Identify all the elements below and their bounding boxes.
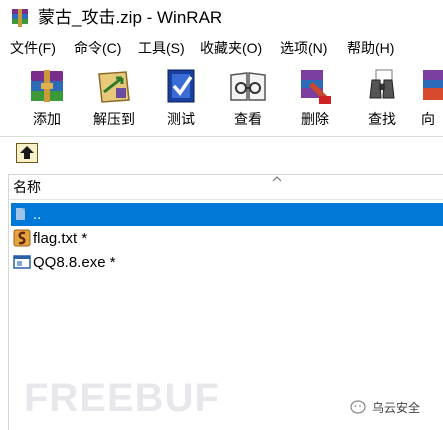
menu-commands[interactable]: 命令(C) [74, 38, 121, 58]
wizard-label: 向 [421, 111, 435, 127]
delete-icon [301, 70, 331, 104]
test-icon [167, 69, 195, 103]
wizard-button[interactable]: 向 [419, 64, 443, 134]
title-bar: 蒙古_攻击.zip - WinRAR [0, 0, 443, 36]
delete-button[interactable]: 删除 [285, 64, 345, 134]
file-name: .. [33, 206, 42, 223]
watermark-brand: FREEBUF [24, 376, 220, 420]
file-row-qq[interactable]: QQ8.8.exe * [11, 251, 443, 274]
watermark-caption: 乌云安全 [372, 401, 421, 415]
test-button[interactable]: 测试 [151, 64, 211, 134]
file-name: flag.txt * [33, 230, 88, 247]
extract-to-label: 解压到 [93, 111, 135, 127]
add-button[interactable]: 添加 [17, 64, 77, 134]
sort-up-icon [272, 176, 282, 182]
test-label: 测试 [167, 111, 195, 127]
parent-folder-icon [16, 208, 25, 220]
delete-label: 删除 [301, 111, 329, 127]
toolbar: 添加 解压到 测试 查看 删除 查找 向 [0, 60, 443, 136]
menu-tools[interactable]: 工具(S) [138, 38, 185, 58]
up-folder-button[interactable] [16, 143, 38, 163]
menu-bar: 文件(F) 命令(C) 工具(S) 收藏夹(O) 选项(N) 帮助(H) [0, 36, 443, 60]
view-label: 查看 [234, 111, 262, 127]
address-bar [0, 137, 443, 171]
column-header: 名称 [9, 175, 443, 200]
extract-to-button[interactable]: 解压到 [84, 64, 144, 134]
rar-file-icon [13, 229, 31, 247]
column-name-header[interactable]: 名称 [13, 178, 41, 196]
menu-help[interactable]: 帮助(H) [347, 38, 394, 58]
wechat-icon [350, 400, 366, 414]
menu-favorites[interactable]: 收藏夹(O) [200, 38, 262, 58]
find-label: 查找 [368, 111, 396, 127]
file-row-flag[interactable]: flag.txt * [11, 227, 443, 250]
window-title: 蒙古_攻击.zip - WinRAR [38, 8, 223, 27]
view-icon [230, 72, 266, 101]
extract-to-icon [98, 71, 130, 103]
winrar-app-icon [12, 9, 28, 27]
menu-file[interactable]: 文件(F) [10, 38, 56, 58]
file-name: QQ8.8.exe * [33, 254, 116, 271]
exe-file-icon [13, 255, 31, 269]
find-icon [369, 69, 395, 99]
file-row-parent[interactable]: .. [11, 203, 443, 226]
view-button[interactable]: 查看 [218, 64, 278, 134]
menu-options[interactable]: 选项(N) [280, 38, 327, 58]
add-label: 添加 [33, 111, 61, 127]
wizard-icon [423, 70, 443, 100]
archive-add-icon [31, 70, 63, 102]
find-button[interactable]: 查找 [352, 64, 412, 134]
